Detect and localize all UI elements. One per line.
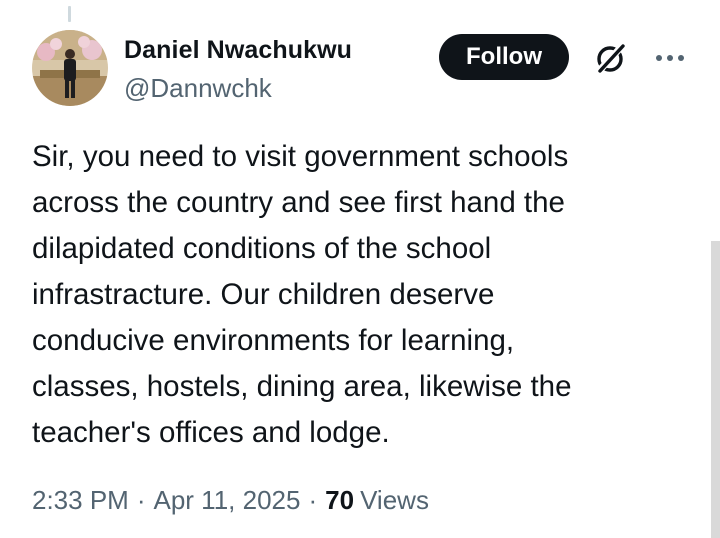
meta-separator: · — [136, 485, 146, 515]
more-options-button[interactable] — [650, 38, 690, 78]
thread-connector-line — [68, 6, 71, 22]
tweet-time[interactable]: 2:33 PM — [32, 485, 129, 516]
grok-icon — [596, 42, 626, 74]
grok-button[interactable] — [591, 38, 631, 78]
meta-separator: · — [308, 485, 318, 515]
more-icon — [656, 55, 684, 61]
scrollbar[interactable] — [711, 241, 720, 538]
avatar[interactable] — [32, 30, 108, 106]
views-label: Views — [360, 485, 429, 515]
author-display-name[interactable]: Daniel Nwachukwu — [124, 36, 352, 65]
tweet-metadata: 2:33 PM · Apr 11, 2025 · 70 Views — [32, 485, 429, 516]
tweet-date[interactable]: Apr 11, 2025 — [154, 485, 301, 516]
profile-photo-icon — [32, 30, 108, 106]
views-count: 70 — [325, 485, 355, 515]
follow-button[interactable]: Follow — [439, 34, 569, 80]
tweet-text: Sir, you need to visit government school… — [32, 140, 572, 449]
author-handle[interactable]: @Dannwchk — [124, 73, 272, 104]
